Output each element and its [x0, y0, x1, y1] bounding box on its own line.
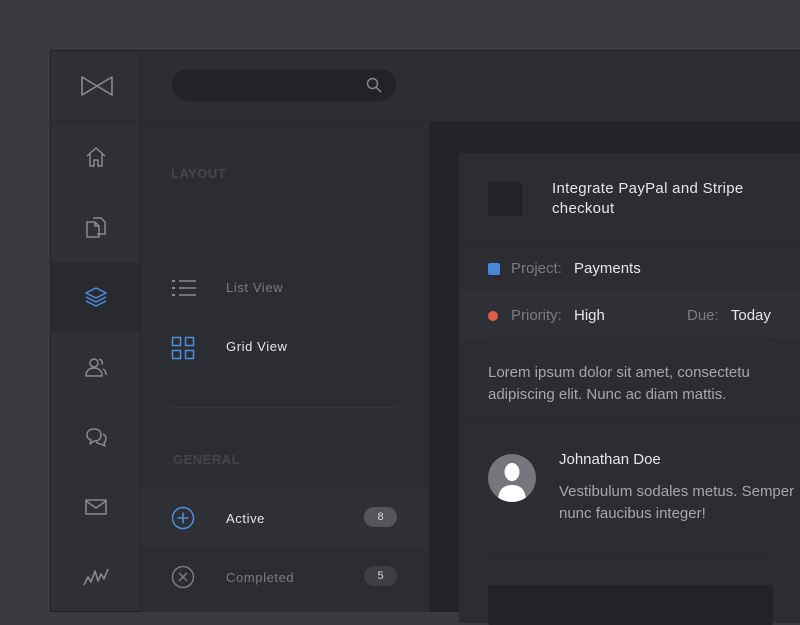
x-circle-icon [171, 565, 195, 589]
search-box [172, 69, 396, 103]
status-active-label: Active [226, 511, 266, 526]
icon-rail [51, 51, 141, 611]
main-content: Integrate PayPal and Stripe checkout Pro… [429, 122, 800, 625]
top-bar [141, 51, 800, 122]
view-grid[interactable]: Grid View [141, 327, 429, 367]
rail-item-chat[interactable] [51, 402, 140, 472]
priority-value[interactable]: High [574, 307, 605, 324]
logo [51, 51, 140, 122]
task-header: Integrate PayPal and Stripe checkout [459, 153, 800, 245]
view-list-label: List View [226, 280, 284, 295]
status-completed[interactable]: Completed 5 [141, 548, 429, 606]
due-label: Due: [687, 307, 719, 324]
panel-divider [171, 407, 397, 408]
comment-author[interactable]: Johnathan Doe [559, 451, 661, 468]
priority-dot [488, 311, 498, 322]
comment-divider [488, 557, 773, 558]
user-silhouette-icon [498, 463, 526, 502]
rail-item-documents[interactable] [51, 192, 140, 262]
list-icon [172, 280, 196, 296]
status-completed-count: 5 [364, 566, 397, 586]
app-window: LAYOUT List View Grid View GENERAL Activ… [50, 50, 800, 625]
avatar[interactable] [488, 454, 536, 502]
priority-row: Priority: High Due: Today [488, 307, 788, 327]
status-completed-label: Completed [226, 570, 295, 585]
activity-icon [82, 568, 109, 586]
rail-item-layers[interactable] [51, 262, 140, 332]
priority-label: Priority: [511, 307, 562, 324]
comment-input-bar[interactable] [488, 585, 773, 625]
rail-item-home[interactable] [51, 122, 140, 192]
plus-circle-icon [171, 506, 195, 530]
due-group: Due: Today [687, 307, 771, 324]
project-dot [488, 263, 500, 276]
view-grid-label: Grid View [226, 339, 288, 354]
mail-icon [84, 499, 107, 515]
comment-text: Vestibulum sodales metus. Semper nunc fa… [559, 483, 795, 522]
logo-icon [81, 76, 113, 96]
task-title: Integrate PayPal and Stripe checkout [552, 180, 744, 217]
project-value[interactable]: Payments [574, 260, 641, 277]
general-section-title: GENERAL [173, 452, 241, 467]
grid-icon [171, 336, 195, 360]
chat-icon [85, 428, 107, 447]
status-active-count: 8 [364, 507, 397, 527]
status-active[interactable]: Active 8 [141, 489, 429, 547]
rail-item-mail[interactable] [51, 472, 140, 542]
rail-item-users[interactable] [51, 332, 140, 402]
meta-divider [488, 339, 773, 340]
layout-section-title: LAYOUT [171, 166, 227, 181]
due-value[interactable]: Today [731, 307, 771, 324]
task-card: Integrate PayPal and Stripe checkout Pro… [459, 153, 800, 625]
project-row: Project: Payments [488, 260, 641, 280]
description-divider [459, 421, 800, 422]
rail-item-activity[interactable] [51, 542, 140, 612]
search-icon[interactable] [366, 77, 382, 93]
search-input[interactable] [186, 69, 360, 103]
filter-panel: LAYOUT List View Grid View GENERAL Activ… [141, 122, 429, 612]
users-icon [84, 358, 107, 377]
project-label: Project: [511, 260, 562, 277]
documents-icon [85, 217, 106, 238]
task-description: Lorem ipsum dolor sit amet, consectetu a… [488, 364, 750, 403]
layers-icon [84, 287, 107, 307]
task-thumbnail[interactable] [488, 182, 522, 216]
home-icon [86, 147, 105, 167]
view-list[interactable]: List View [141, 268, 429, 308]
